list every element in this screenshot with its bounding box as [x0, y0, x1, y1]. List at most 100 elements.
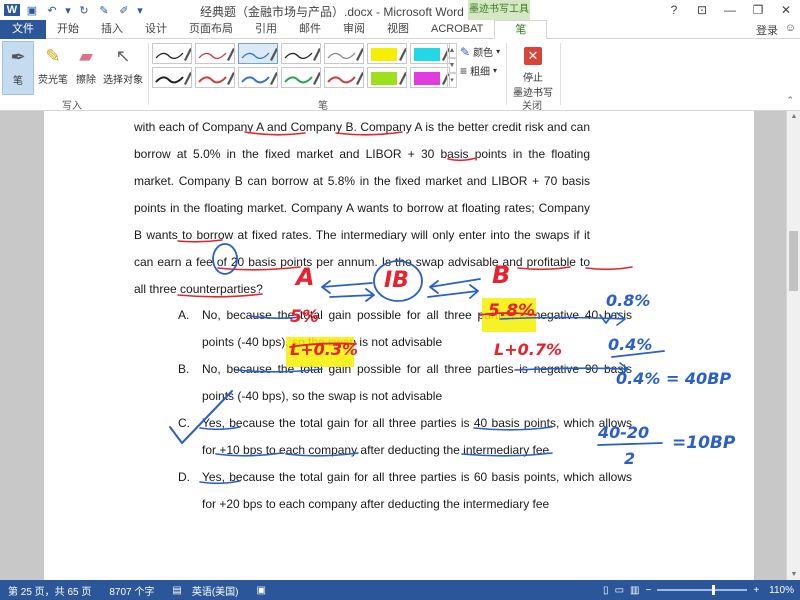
ink-label-five-pct: 5%	[290, 307, 319, 327]
question-paragraph: with each of Company A and Company B. Co…	[134, 114, 590, 303]
gallery-more-icon[interactable]: ▾	[447, 73, 457, 88]
pens-group-label: 笔	[318, 101, 328, 112]
gallery-up-icon[interactable]: ▲	[447, 43, 457, 58]
ink-label-a: A	[296, 263, 315, 291]
proofing-icon[interactable]: ▤	[172, 585, 181, 596]
pen-icon: ✒	[10, 47, 26, 67]
language-indicator[interactable]: 英语(美国)	[192, 583, 239, 598]
read-mode-icon[interactable]: ▯	[603, 585, 609, 596]
word-count[interactable]: 8707 个字	[109, 583, 154, 598]
eraser-icon: ▰	[79, 46, 93, 66]
feedback-smiley-icon[interactable]: ☺	[785, 22, 796, 34]
tab-references[interactable]: 引用	[244, 20, 288, 39]
pen-style-swatch[interactable]	[238, 43, 278, 64]
close-button[interactable]: ✕	[772, 0, 800, 20]
option-text: Yes, because the total gain for all thre…	[202, 416, 632, 457]
tab-pen[interactable]: 笔	[494, 19, 548, 40]
scroll-thumb[interactable]	[789, 231, 798, 291]
web-layout-icon[interactable]: ▥	[630, 585, 639, 596]
pen-style-swatch[interactable]	[281, 67, 321, 88]
group-separator	[148, 43, 149, 105]
zoom-level[interactable]: 110%	[769, 585, 794, 596]
ink-tools-context-label: 墨迹书写工具	[468, 0, 530, 20]
pen-button-label: 笔	[13, 76, 23, 87]
login-link[interactable]: 登录	[756, 22, 778, 38]
zoom-slider[interactable]	[657, 585, 748, 595]
option-letter: C.	[178, 416, 190, 430]
tab-layout[interactable]: 页面布局	[178, 20, 244, 39]
pen-style-swatch[interactable]	[367, 67, 407, 88]
write-group-label: 写入	[62, 101, 82, 112]
pen-weight-button[interactable]: ≡ 粗细 ▾	[460, 63, 497, 79]
ink-label-eq-10bp: =10BP	[672, 433, 736, 453]
group-separator	[506, 43, 507, 105]
collapse-ribbon-icon[interactable]: ⌃	[786, 95, 794, 106]
minimize-button[interactable]: —	[716, 0, 744, 20]
group-separator	[560, 43, 561, 105]
option-text: No, because the total gain possible for …	[202, 308, 632, 349]
help-button[interactable]: ?	[660, 0, 688, 20]
pen-style-swatch[interactable]	[324, 67, 364, 88]
macro-record-icon[interactable]: ▣	[257, 585, 266, 596]
zoom-out-button[interactable]: −	[645, 585, 651, 596]
undo-icon[interactable]: ↶	[44, 4, 60, 17]
page-count[interactable]: 第 25 页，共 65 页	[8, 583, 91, 598]
ink-label-eq-40bp: 0.4% = 40BP	[616, 369, 732, 388]
pen-style-swatch[interactable]	[367, 43, 407, 64]
tab-design[interactable]: 设计	[134, 20, 178, 39]
select-objects-button[interactable]: ↖ 选择对象	[102, 41, 144, 95]
ribbon: ✒ 笔 ✎ 荧光笔 ▰ 擦除 ↖ 选择对象 写入 ▲ ▼ ▾ ✎ 颜色 ▾ ≡ …	[0, 39, 800, 112]
pen-style-swatch[interactable]	[281, 43, 321, 64]
stop-inking-icon: ✕	[524, 47, 542, 65]
line-weight-icon: ≡	[460, 63, 468, 78]
eraser-mode-icon[interactable]: ✐	[116, 4, 132, 17]
restore-button[interactable]: ❐	[744, 0, 772, 20]
customize-qat-icon[interactable]: ▾	[136, 4, 144, 17]
vertical-scrollbar[interactable]: ▲ ▼	[786, 111, 800, 580]
tab-acrobat[interactable]: ACROBAT	[420, 20, 494, 39]
redo-icon[interactable]: ↻	[76, 4, 92, 17]
highlighter-button[interactable]: ✎ 荧光笔	[36, 41, 70, 95]
eraser-button-label: 擦除	[76, 75, 96, 86]
option-text: Yes, because the total gain for all thre…	[202, 470, 632, 511]
pen-style-swatch[interactable]	[324, 43, 364, 64]
pen-style-swatch[interactable]	[195, 43, 235, 64]
option-letter: B.	[178, 362, 190, 376]
undo-dropdown-icon[interactable]: ▾	[64, 4, 72, 17]
pen-style-swatch[interactable]	[152, 43, 192, 64]
eraser-button[interactable]: ▰ 擦除	[72, 41, 100, 95]
pen-gallery-scroll: ▲ ▼ ▾	[447, 43, 457, 89]
option-letter: A.	[178, 308, 190, 322]
print-layout-icon[interactable]: ▭	[615, 585, 624, 596]
pen-style-swatch[interactable]	[195, 67, 235, 88]
tab-mailings[interactable]: 邮件	[288, 20, 332, 39]
stop-inking-button[interactable]: ✕ 停止 墨迹书写	[510, 41, 556, 99]
tab-home[interactable]: 开始	[46, 20, 90, 39]
ink-label-denominator: 2	[624, 449, 636, 468]
tab-view[interactable]: 视图	[376, 20, 420, 39]
zoom-in-button[interactable]: +	[753, 585, 759, 596]
pen-color-label: 颜色	[473, 48, 494, 59]
scroll-up-icon[interactable]: ▲	[787, 113, 800, 120]
pen-mode-icon[interactable]: ✎	[96, 4, 112, 17]
word-logo-icon: W	[4, 4, 20, 16]
pen-color-button[interactable]: ✎ 颜色 ▾	[460, 44, 500, 60]
pen-style-swatch[interactable]	[152, 67, 192, 88]
zoom-slider-knob[interactable]	[712, 585, 716, 595]
ink-label-zero-four: 0.4%	[608, 335, 653, 354]
tab-insert[interactable]: 插入	[90, 20, 134, 39]
pen-style-swatch[interactable]	[410, 67, 450, 88]
tab-review[interactable]: 审阅	[332, 20, 376, 39]
tab-file[interactable]: 文件	[0, 19, 46, 39]
pen-button[interactable]: ✒ 笔	[2, 41, 34, 95]
pen-style-swatch[interactable]	[238, 67, 278, 88]
scroll-down-icon[interactable]: ▼	[787, 571, 800, 578]
ribbon-display-icon[interactable]: ⊡	[688, 0, 716, 20]
gallery-down-icon[interactable]: ▼	[447, 58, 457, 73]
select-objects-label: 选择对象	[103, 75, 143, 86]
save-icon[interactable]: ▣	[24, 4, 40, 17]
ink-label-zero-eight: 0.8%	[606, 291, 651, 310]
option-letter: D.	[178, 470, 190, 484]
pen-styles-gallery	[152, 43, 452, 89]
pen-style-swatch[interactable]	[410, 43, 450, 64]
